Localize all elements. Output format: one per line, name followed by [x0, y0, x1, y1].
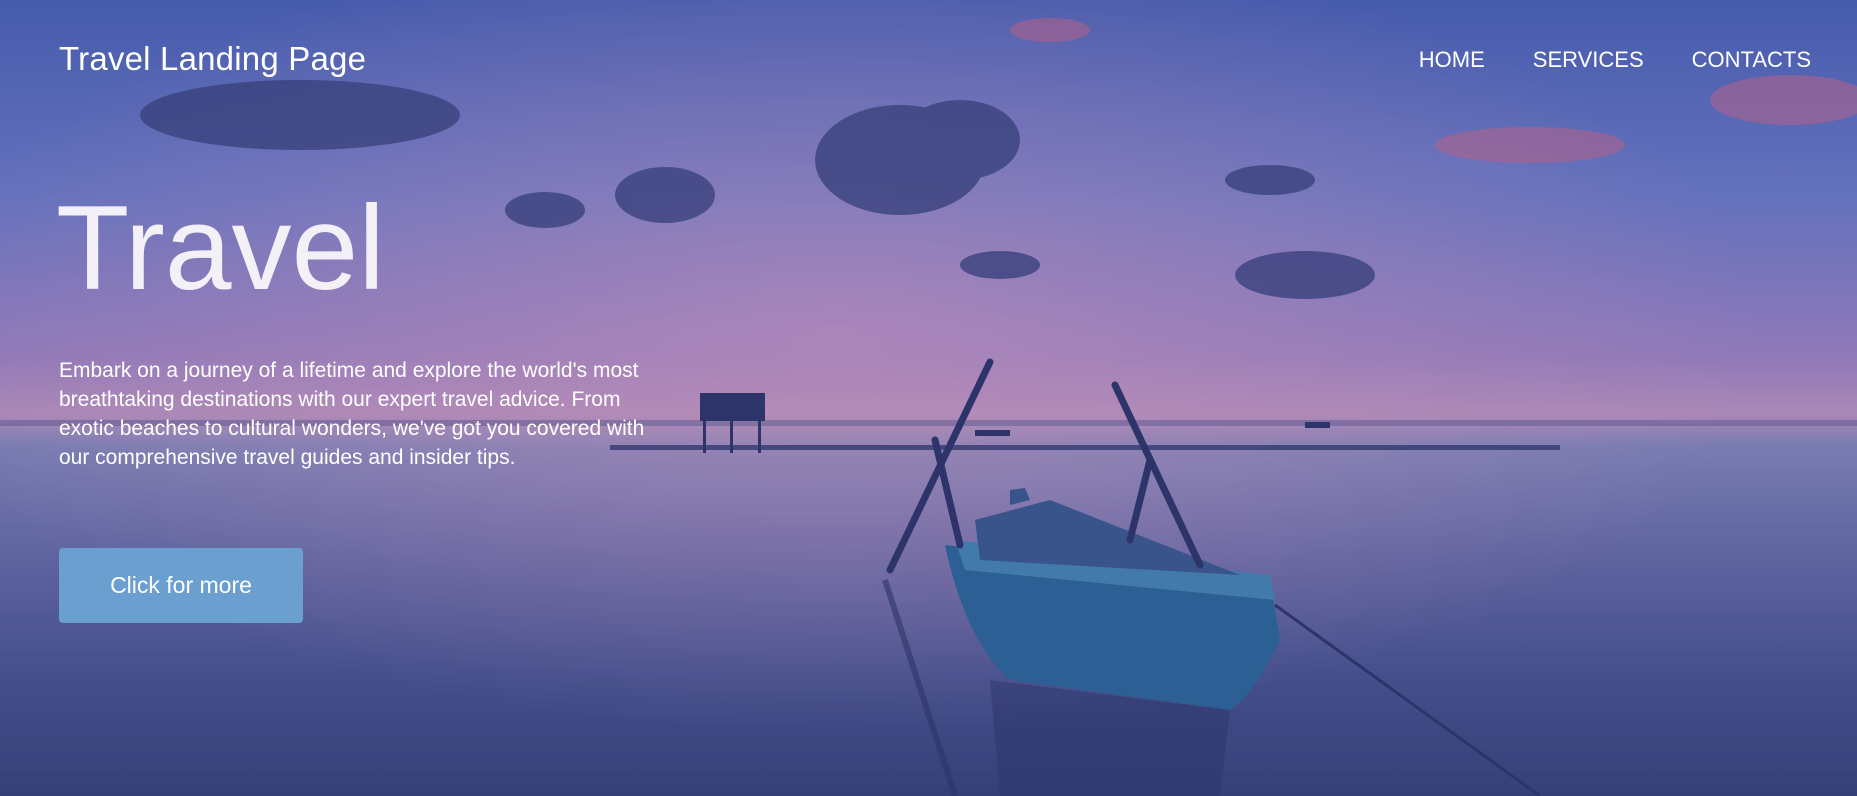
main-nav: HOME SERVICES CONTACTS	[1419, 47, 1811, 73]
site-header: Travel Landing Page HOME SERVICES CONTAC…	[0, 0, 1857, 120]
hero-description: Embark on a journey of a lifetime and ex…	[59, 359, 645, 469]
nav-services-link[interactable]: SERVICES	[1533, 47, 1644, 73]
hero-section: Travel Landing Page HOME SERVICES CONTAC…	[0, 0, 1857, 796]
site-brand[interactable]: Travel Landing Page	[59, 40, 366, 78]
click-for-more-button[interactable]: Click for more	[59, 548, 303, 623]
nav-contacts-link[interactable]: CONTACTS	[1692, 47, 1811, 73]
nav-home-link[interactable]: HOME	[1419, 47, 1485, 73]
hero-title: Travel	[56, 181, 385, 315]
